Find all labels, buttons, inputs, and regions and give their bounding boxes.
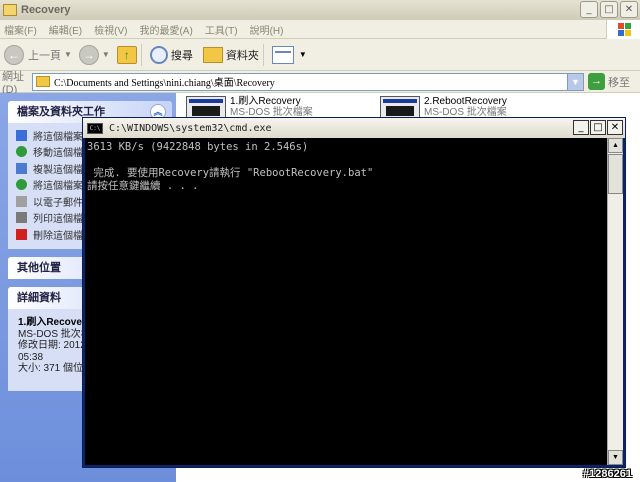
menu-tools[interactable]: 工具(T) — [205, 22, 238, 37]
scroll-up-icon[interactable]: ▲ — [608, 138, 623, 153]
forward-button[interactable]: → ▼ — [78, 44, 113, 65]
scroll-down-icon[interactable]: ▼ — [608, 450, 623, 465]
go-label: 移至 — [608, 76, 630, 89]
vertical-scrollbar[interactable]: ▲ ▼ — [607, 138, 623, 465]
back-button[interactable]: ← 上一頁 ▼ — [4, 44, 75, 65]
forward-arrow-icon: → — [78, 44, 99, 65]
chevron-down-icon: ▼ — [101, 50, 110, 59]
window-title: Recovery — [21, 4, 71, 16]
address-dropdown-icon[interactable]: ▼ — [567, 73, 583, 90]
close-button[interactable]: ✕ — [620, 1, 638, 18]
views-icon — [271, 45, 294, 64]
menu-file[interactable]: 檔案(F) — [4, 22, 37, 37]
search-icon — [149, 45, 168, 64]
print-icon — [16, 212, 27, 224]
menu-edit[interactable]: 編輯(E) — [49, 22, 82, 37]
task-label: 移動這個檔 — [33, 148, 83, 160]
folders-label: 資料夾 — [225, 49, 259, 62]
folders-button[interactable]: 資料夾 — [202, 46, 259, 63]
file-name: 2.RebootRecovery — [424, 96, 507, 107]
rename-icon — [16, 129, 27, 141]
console-titlebar[interactable]: C:\ C:\WINDOWS\system32\cmd.exe _ □ ✕ — [83, 118, 625, 138]
folder-up-icon: ↑ — [116, 45, 137, 64]
menu-view[interactable]: 檢視(V) — [94, 22, 127, 37]
scroll-thumb[interactable] — [608, 154, 623, 194]
back-label: 上一頁 — [28, 49, 61, 62]
minimize-button[interactable]: _ — [580, 1, 598, 18]
menu-favorites[interactable]: 我的最愛(A) — [139, 22, 192, 37]
task-label: 複製這個檔 — [33, 164, 83, 176]
chevron-down-icon: ▼ — [298, 50, 307, 59]
console-window: C:\ C:\WINDOWS\system32\cmd.exe _ □ ✕ 36… — [82, 117, 626, 468]
explorer-titlebar[interactable]: Recovery _ □ ✕ — [0, 0, 640, 20]
address-bar: 網址(D) C:\Documents and Settings\nini.chi… — [0, 70, 640, 96]
console-icon: C:\ — [87, 122, 103, 134]
toolbar-divider — [262, 43, 264, 66]
folder-icon — [36, 76, 50, 87]
address-label: 網址(D) — [2, 70, 24, 96]
menubar: 檔案(F) 編輯(E) 檢視(V) 我的最愛(A) 工具(T) 說明(H) — [0, 20, 640, 39]
go-button[interactable]: → 移至 — [588, 73, 630, 90]
task-label: 列印這個檔 — [33, 214, 83, 226]
console-line: 3613 KB/s (9422848 bytes in 2.546s) — [87, 141, 309, 153]
details-title: 詳細資料 — [17, 292, 61, 304]
task-label: 將這個檔案 — [33, 131, 83, 143]
close-button[interactable]: ✕ — [607, 120, 623, 135]
menu-help[interactable]: 說明(H) — [250, 22, 284, 37]
toolbar: ← 上一頁 ▼ → ▼ ↑ 搜尋 資料夾 ▼ — [0, 39, 640, 71]
back-arrow-icon: ← — [4, 44, 24, 65]
address-value: C:\Documents and Settings\nini.chiang\桌面… — [54, 78, 275, 89]
chevron-down-icon: ▼ — [64, 50, 72, 59]
task-label: 刪除這個檔 — [33, 230, 83, 242]
search-button[interactable]: 搜尋 — [149, 45, 193, 64]
move-icon — [16, 146, 27, 158]
maximize-button[interactable]: □ — [590, 120, 606, 135]
task-label: 以電子郵件 — [33, 197, 83, 209]
toolbar-divider — [140, 43, 142, 66]
watermark: #1286261 — [583, 468, 632, 480]
publish-web-icon — [16, 179, 27, 191]
email-icon — [16, 195, 27, 207]
views-button[interactable]: ▼ — [271, 45, 310, 64]
folder-icon — [3, 4, 17, 16]
console-line: 請按任意鍵繼續 . . . — [87, 180, 199, 192]
file-name: 1.刷入Recovery — [230, 96, 301, 107]
copy-icon — [16, 162, 27, 174]
minimize-button[interactable]: _ — [573, 120, 589, 135]
other-places-title: 其他位置 — [17, 262, 61, 274]
up-folder-button[interactable]: ↑ — [116, 45, 137, 64]
maximize-button[interactable]: □ — [600, 1, 618, 18]
console-line: 完成. 要使用Recovery請執行 "RebootRecovery.bat" — [87, 167, 374, 179]
search-label: 搜尋 — [170, 49, 193, 62]
task-label: 將這個檔案 — [33, 181, 83, 193]
console-title: C:\WINDOWS\system32\cmd.exe — [109, 122, 272, 134]
console-output[interactable]: 3613 KB/s (9422848 bytes in 2.546s) 完成. … — [85, 138, 607, 465]
go-arrow-icon: → — [588, 73, 605, 90]
windows-logo-icon — [606, 20, 640, 39]
folders-icon — [202, 46, 223, 63]
delete-icon — [16, 228, 27, 240]
address-input[interactable]: C:\Documents and Settings\nini.chiang\桌面… — [32, 72, 584, 91]
